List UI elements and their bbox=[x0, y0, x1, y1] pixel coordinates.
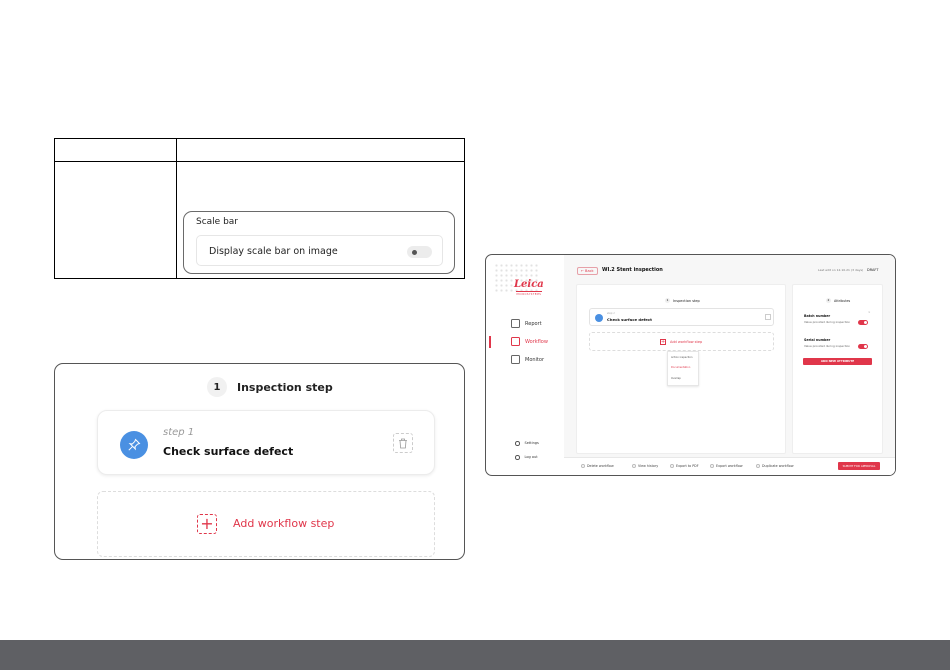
logout-link[interactable]: Log out bbox=[515, 455, 538, 460]
add-workflow-step-label: Add workflow step bbox=[233, 517, 335, 530]
export-workflow-button[interactable]: Export workflow bbox=[710, 464, 743, 468]
sidebar-item-workflow[interactable]: Workflow bbox=[511, 337, 548, 346]
inspection-step-card: 1 Inspection step step 1 Check surface d… bbox=[54, 363, 465, 560]
step-number-badge: 1 bbox=[207, 377, 227, 397]
delete-workflow-button[interactable]: Delete workflow bbox=[581, 464, 614, 468]
view-history-button[interactable]: View history bbox=[632, 464, 658, 468]
scale-bar-label: Display scale bar on image bbox=[209, 246, 338, 257]
step-subtitle: step 1 bbox=[163, 427, 195, 438]
trash-icon[interactable] bbox=[765, 314, 771, 320]
app-screenshot: Leica MICROSYSTEMS Report Workflow Monit… bbox=[485, 254, 896, 476]
bottom-footer-bar bbox=[0, 640, 950, 670]
table-column-divider bbox=[176, 139, 177, 278]
pin-icon bbox=[120, 431, 148, 459]
attribute-item: Serial number Value provided during insp… bbox=[804, 338, 851, 348]
footer-action-bar: Delete workflow View history Export to P… bbox=[564, 457, 895, 475]
steps-panel: 1 Inspection step step 1 Check surface d… bbox=[576, 284, 786, 454]
workflow-icon bbox=[511, 337, 520, 346]
delete-icon bbox=[581, 464, 585, 468]
status-badge: DRAFT bbox=[867, 268, 879, 272]
inspection-step-header: 1 Inspection step bbox=[207, 377, 333, 397]
attribute-item: Batch number Value provided during inspe… bbox=[804, 314, 851, 324]
last-edit-meta: Last edit on 12.10.21 (3 days) bbox=[818, 268, 864, 272]
plus-icon: + bbox=[197, 514, 217, 534]
back-button[interactable]: ← Back bbox=[577, 267, 598, 275]
export-pdf-button[interactable]: Export to PDF bbox=[670, 464, 699, 468]
sidebar-item-report[interactable]: Report bbox=[511, 319, 542, 328]
attributes-panel-header: 2 Attributes bbox=[826, 298, 851, 303]
trash-icon[interactable] bbox=[393, 433, 413, 453]
workflow-title: WI.2 Stent inspection bbox=[602, 267, 663, 273]
attribute-toggle[interactable] bbox=[858, 320, 868, 325]
steps-panel-header: 1 Inspection step bbox=[665, 298, 700, 303]
history-icon bbox=[632, 464, 636, 468]
leica-logo: Leica MICROSYSTEMS bbox=[514, 279, 544, 296]
spec-table: Scale bar Display scale bar on image bbox=[54, 138, 465, 279]
close-icon[interactable]: × bbox=[868, 310, 871, 314]
gear-icon bbox=[515, 441, 520, 446]
export-icon bbox=[710, 464, 714, 468]
scale-bar-row: Display scale bar on image bbox=[196, 235, 443, 266]
dropdown-item[interactable]: Overlap bbox=[671, 377, 681, 380]
dropdown-item[interactable]: Documentation bbox=[671, 366, 690, 369]
duplicate-icon bbox=[756, 464, 760, 468]
scale-bar-toggle[interactable] bbox=[407, 246, 432, 258]
plus-icon: + bbox=[660, 339, 666, 345]
scale-bar-panel: Scale bar Display scale bar on image bbox=[183, 211, 455, 274]
attribute-toggle[interactable] bbox=[858, 344, 868, 349]
submit-approval-button[interactable]: SUBMIT FOR APPROVAL bbox=[838, 462, 880, 470]
toggle-knob bbox=[412, 249, 417, 255]
duplicate-workflow-button[interactable]: Duplicate workflow bbox=[756, 464, 794, 468]
scale-bar-title: Scale bar bbox=[196, 217, 239, 227]
step-name: Check surface defect bbox=[163, 445, 294, 458]
dropdown-item[interactable]: Action inspection bbox=[671, 356, 693, 359]
settings-link[interactable]: Settings bbox=[515, 441, 539, 446]
workflow-step-item[interactable]: step 1 Check surface defect bbox=[97, 410, 435, 475]
add-workflow-step-button[interactable]: + Add workflow step bbox=[97, 491, 435, 557]
step-type-dropdown: Action inspection Documentation Overlap bbox=[667, 351, 699, 386]
active-nav-indicator bbox=[489, 336, 491, 348]
pdf-icon bbox=[670, 464, 674, 468]
pin-icon bbox=[595, 314, 603, 322]
inspection-step-title: Inspection step bbox=[237, 380, 333, 394]
attributes-panel: 2 Attributes × Batch number Value provid… bbox=[792, 284, 883, 454]
report-icon bbox=[511, 319, 520, 328]
add-attribute-button[interactable]: ADD NEW ATTRIBUTE bbox=[803, 358, 872, 365]
sidebar-item-monitor[interactable]: Monitor bbox=[511, 355, 544, 364]
workflow-step-item[interactable]: step 1 Check surface defect bbox=[589, 308, 774, 326]
main-content: ← Back WI.2 Stent inspection Last edit o… bbox=[564, 255, 895, 475]
logout-icon bbox=[515, 455, 520, 460]
add-workflow-step-button[interactable]: + Add workflow step bbox=[589, 332, 774, 351]
monitor-icon bbox=[511, 355, 520, 364]
table-header-row bbox=[55, 139, 464, 162]
